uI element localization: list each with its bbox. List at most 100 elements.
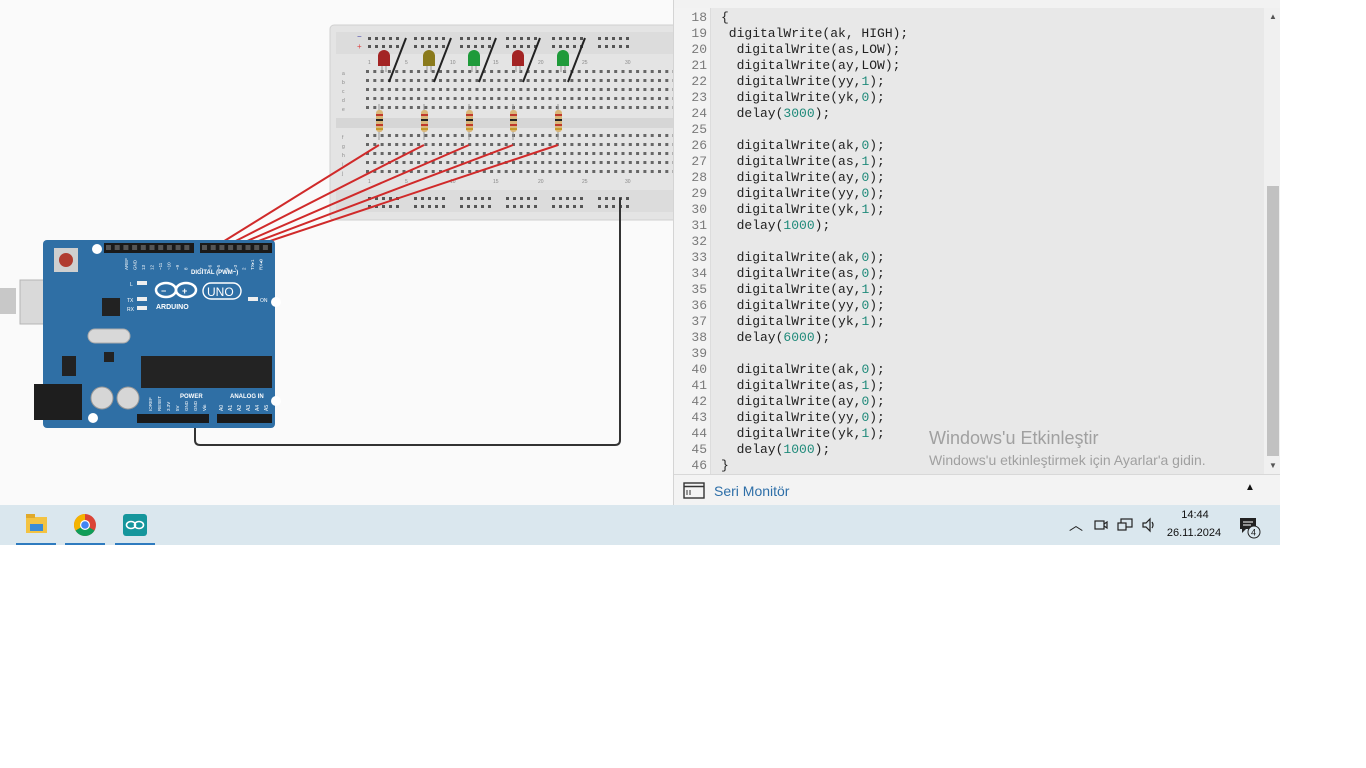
- breadboard-hole: [658, 152, 661, 155]
- breadboard-hole: [512, 97, 515, 100]
- code-line[interactable]: digitalWrite(ay,0);: [721, 170, 885, 186]
- breadboard-hole: [431, 97, 435, 100]
- rail-hole: [520, 45, 523, 48]
- led-red[interactable]: [512, 50, 524, 66]
- code-line[interactable]: digitalWrite(yy,1);: [721, 74, 885, 90]
- code-scrollbar[interactable]: ▲ ▼: [1265, 8, 1280, 474]
- breadboard-hole: [555, 79, 559, 82]
- code-line[interactable]: digitalWrite(yy,0);: [721, 298, 885, 314]
- line-number: 20: [691, 42, 707, 57]
- meet-now-icon[interactable]: [1094, 517, 1108, 533]
- code-line[interactable]: digitalWrite(yk,1);: [721, 314, 885, 330]
- rail-hole: [414, 37, 417, 40]
- breadboard-hole: [526, 97, 530, 100]
- clock-date[interactable]: 26.11.2024: [1162, 527, 1226, 539]
- rail-hole: [460, 205, 463, 208]
- code-token: );: [869, 314, 885, 329]
- breadboard-hole: [460, 143, 464, 146]
- breadboard-hole: [453, 79, 457, 82]
- code-line[interactable]: digitalWrite(yy,0);: [721, 186, 885, 202]
- breadboard-hole: [460, 170, 464, 173]
- rail-hole: [566, 45, 569, 48]
- rail-hole: [573, 197, 576, 200]
- resistor-band: [466, 114, 473, 116]
- breadboard-hole: [636, 170, 640, 173]
- rail-hole: [605, 37, 608, 40]
- digital-pin-label: ~10: [167, 262, 172, 270]
- rail-hole: [513, 197, 516, 200]
- scroll-up-icon[interactable]: ▲: [1269, 12, 1277, 21]
- breadboard-hole: [424, 152, 428, 155]
- breadboard-hole: [424, 170, 428, 173]
- breadboard-hole: [636, 88, 640, 91]
- code-line[interactable]: digitalWrite(ak, HIGH);: [721, 26, 908, 42]
- led-yellow[interactable]: [423, 50, 435, 66]
- code-line[interactable]: digitalWrite(ak,0);: [721, 138, 885, 154]
- network-icon[interactable]: [1117, 517, 1133, 533]
- breadboard-hole: [650, 88, 654, 91]
- scroll-thumb[interactable]: [1267, 186, 1279, 456]
- clock-time[interactable]: 14:44: [1170, 509, 1220, 521]
- breadboard-hole: [599, 106, 603, 109]
- code-line[interactable]: digitalWrite(ak,0);: [721, 362, 885, 378]
- code-line[interactable]: digitalWrite(as,0);: [721, 266, 885, 282]
- code-line[interactable]: digitalWrite(as,1);: [721, 378, 885, 394]
- code-line[interactable]: digitalWrite(as,LOW);: [721, 42, 901, 58]
- code-line[interactable]: digitalWrite(ay,LOW);: [721, 58, 901, 74]
- code-line[interactable]: digitalWrite(as,1);: [721, 154, 885, 170]
- reset-button[interactable]: [59, 253, 73, 267]
- breadboard-hole: [577, 143, 581, 146]
- breadboard-hole: [504, 152, 508, 155]
- led-green[interactable]: [557, 50, 569, 66]
- breadboard-hole: [570, 161, 574, 164]
- code-line[interactable]: {: [721, 10, 729, 26]
- code-line[interactable]: delay(1000);: [721, 442, 831, 458]
- code-line[interactable]: digitalWrite(ay,1);: [721, 282, 885, 298]
- capacitor: [116, 386, 140, 410]
- serial-monitor-label[interactable]: Seri Monitör: [714, 483, 789, 499]
- scroll-down-icon[interactable]: ▼: [1269, 461, 1277, 470]
- row-label: e: [342, 107, 345, 113]
- breadboard-hole: [526, 134, 530, 137]
- led-green[interactable]: [468, 50, 480, 66]
- taskbar-arduino-ide[interactable]: [115, 505, 155, 545]
- code-line[interactable]: digitalWrite(yy,0);: [721, 410, 885, 426]
- taskbar-file-explorer[interactable]: [16, 505, 56, 545]
- code-editor[interactable]: 18 19 20 21 22 23 24 25 26 27 28 29 30 31 32 33 34 35 36 37…: [674, 8, 1264, 474]
- serial-monitor-bar[interactable]: Seri Monitör ▲: [674, 474, 1280, 506]
- notification-center-icon[interactable]: 4: [1237, 515, 1265, 539]
- folder-icon: [26, 514, 47, 533]
- show-hidden-icons-icon[interactable]: ︿: [1069, 515, 1083, 535]
- code-line[interactable]: delay(6000);: [721, 330, 831, 346]
- volume-icon[interactable]: [1141, 517, 1157, 533]
- code-line[interactable]: digitalWrite(ay,0);: [721, 394, 885, 410]
- led-red[interactable]: [378, 50, 390, 66]
- breadboard-hole: [395, 88, 399, 91]
- breadboard-hole: [533, 106, 537, 109]
- breadboard-hole: [658, 70, 661, 73]
- rail-hole: [488, 45, 491, 48]
- breadboard-hole: [380, 88, 384, 91]
- rail-hole: [428, 37, 431, 40]
- code-line[interactable]: delay(3000);: [721, 106, 831, 122]
- rail-hole: [488, 205, 491, 208]
- code-line[interactable]: }: [721, 458, 729, 474]
- breadboard-hole: [366, 106, 369, 109]
- code-line[interactable]: digitalWrite(yk,1);: [721, 426, 885, 442]
- code-line[interactable]: digitalWrite(yk,1);: [721, 202, 885, 218]
- taskbar-chrome[interactable]: [65, 505, 105, 545]
- circuit-canvas[interactable]: + − 1 1 5 5 10 10 15 15 20 20 25 25 30 30 abcdefghij: [0, 0, 683, 505]
- code-line[interactable]: digitalWrite(yk,0);: [721, 90, 885, 106]
- breadboard-hole: [533, 143, 537, 146]
- code-line[interactable]: delay(1000);: [721, 218, 831, 234]
- expand-icon[interactable]: ▲: [1245, 482, 1255, 493]
- code-line[interactable]: digitalWrite(ak,0);: [721, 250, 885, 266]
- tx-label: TX: [127, 298, 134, 304]
- breadboard-hole: [475, 88, 479, 91]
- breadboard-hole: [497, 134, 501, 137]
- line-number: 24: [691, 106, 707, 121]
- breadboard-hole: [446, 88, 450, 91]
- breadboard-hole: [548, 79, 552, 82]
- breadboard-hole: [570, 97, 574, 100]
- breadboard-hole: [636, 143, 640, 146]
